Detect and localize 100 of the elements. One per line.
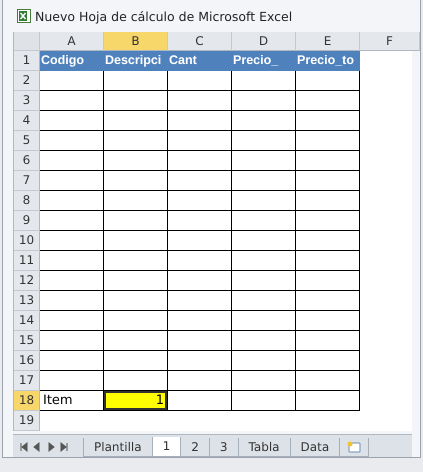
table-cell [296, 131, 360, 151]
table-cell [104, 171, 168, 191]
table-cell [104, 91, 168, 111]
table-cell [40, 111, 104, 131]
row-header[interactable]: 16 [14, 351, 40, 371]
table-cell [168, 211, 232, 231]
table-cell [40, 171, 104, 191]
table-cell [232, 131, 296, 151]
row-header[interactable]: 17 [14, 371, 40, 391]
table-cell [296, 311, 360, 331]
column-header[interactable]: D [232, 32, 296, 51]
spreadsheet-icon [17, 9, 31, 23]
table-cell [232, 151, 296, 171]
table-cell [104, 331, 168, 351]
table-cell [40, 311, 104, 331]
table-cell [40, 131, 104, 151]
table-cell [168, 231, 232, 251]
column-header[interactable]: E [296, 32, 360, 51]
table-cell [104, 351, 168, 371]
table-cell [232, 91, 296, 111]
table-cell [40, 151, 104, 171]
table-cell [296, 291, 360, 311]
table-cell [296, 211, 360, 231]
table-cell [104, 271, 168, 291]
row-header[interactable]: 4 [14, 111, 40, 131]
row-header[interactable]: 7 [14, 171, 40, 191]
table-cell [104, 191, 168, 211]
row-header[interactable]: 19 [14, 411, 40, 431]
table-cell [168, 351, 232, 371]
header-cell: Descripci [104, 51, 168, 71]
table-cell [168, 331, 232, 351]
table-cell [296, 391, 360, 411]
table-cell [40, 191, 104, 211]
table-cell [296, 191, 360, 211]
row-header[interactable]: 5 [14, 131, 40, 151]
table-cell [168, 171, 232, 191]
row-header[interactable]: 13 [14, 291, 40, 311]
row-header[interactable]: 14 [14, 311, 40, 331]
row-header[interactable]: 1 [14, 51, 40, 71]
table-cell [168, 251, 232, 271]
table-cell [40, 91, 104, 111]
table-cell [40, 331, 104, 351]
row-header[interactable]: 2 [14, 71, 40, 91]
table-cell [232, 371, 296, 391]
table-cell [296, 111, 360, 131]
table-cell [168, 131, 232, 151]
row-header[interactable]: 15 [14, 331, 40, 351]
row-header[interactable]: 3 [14, 91, 40, 111]
table-cell [104, 291, 168, 311]
table-cell [296, 351, 360, 371]
row-header[interactable]: 12 [14, 271, 40, 291]
table-cell [232, 271, 296, 291]
table-cell [296, 91, 360, 111]
active-cell[interactable]: 1 [104, 391, 168, 411]
column-header[interactable]: B [104, 32, 168, 51]
row-header[interactable]: 18 [14, 391, 40, 411]
table-cell [232, 171, 296, 191]
table-cell [232, 191, 296, 211]
table-cell [168, 391, 232, 411]
table-cell [168, 151, 232, 171]
table-cell [232, 71, 296, 91]
table-cell [232, 291, 296, 311]
table-cell [296, 331, 360, 351]
table-cell [296, 151, 360, 171]
column-header[interactable]: F [360, 32, 420, 51]
table-cell [232, 211, 296, 231]
table-cell [104, 211, 168, 231]
table-cell [104, 311, 168, 331]
row-header[interactable]: 8 [14, 191, 40, 211]
table-cell [168, 91, 232, 111]
table-cell [296, 271, 360, 291]
row-header[interactable]: 9 [14, 211, 40, 231]
column-header[interactable]: C [168, 32, 232, 51]
table-cell [40, 291, 104, 311]
header-cell: Precio_to [296, 51, 360, 71]
header-cell: Precio_ [232, 51, 296, 71]
table-cell [296, 371, 360, 391]
table-cell [168, 191, 232, 211]
row-header[interactable]: 10 [14, 231, 40, 251]
new-sheet-icon[interactable] [346, 440, 362, 454]
table-cell [40, 371, 104, 391]
window-title: Nuevo Hoja de cálculo de Microsoft Excel [35, 8, 292, 24]
header-cell: Cant [168, 51, 232, 71]
row-header[interactable]: 6 [14, 151, 40, 171]
sheet-tab[interactable]: Plantilla [83, 438, 153, 457]
table-cell [40, 231, 104, 251]
table-cell [40, 71, 104, 91]
table-cell [104, 111, 168, 131]
header-cell: Codigo [40, 51, 104, 71]
table-cell [168, 111, 232, 131]
table-cell [232, 251, 296, 271]
column-header[interactable]: A [40, 32, 104, 51]
table-cell [168, 311, 232, 331]
sheet-tab[interactable]: 1 [152, 437, 182, 457]
table-cell [104, 71, 168, 91]
row-header[interactable]: 11 [14, 251, 40, 271]
table-cell [168, 371, 232, 391]
table-cell [40, 211, 104, 231]
table-cell [40, 271, 104, 291]
table-cell [296, 251, 360, 271]
